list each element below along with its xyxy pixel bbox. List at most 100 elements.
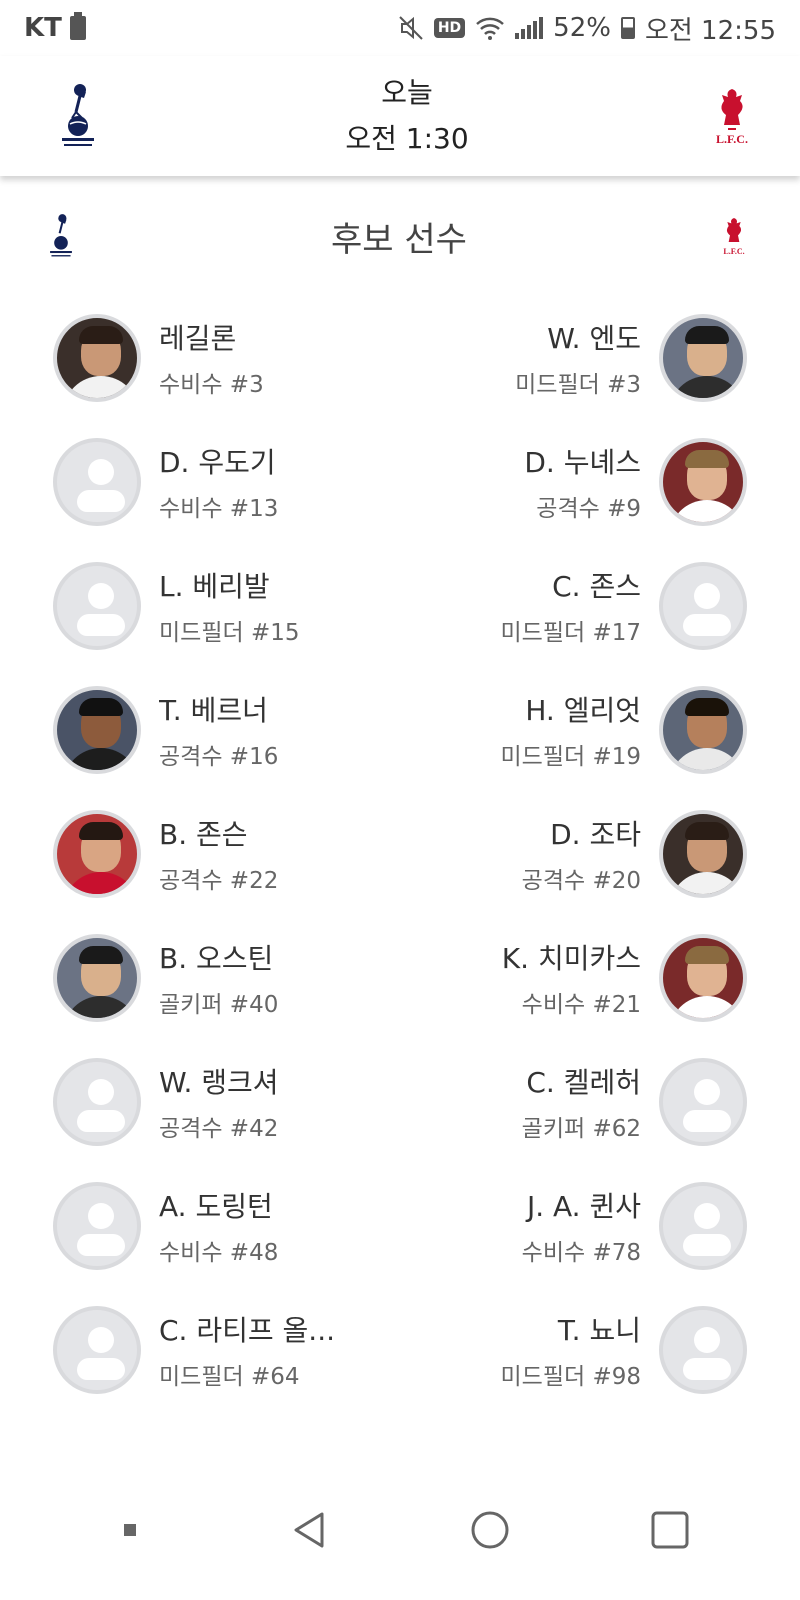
away-player-item[interactable]: D. 누녜스 공격수 #9 [400, 420, 800, 544]
away-player-item[interactable]: H. 엘리엇 미드필더 #19 [400, 668, 800, 792]
away-team-crest[interactable]: L.F.C. [714, 85, 750, 147]
player-row: A. 도링턴수비수 #48 J. A. 퀸사수비수 #78 [0, 1164, 800, 1288]
player-row: W. 랭크셔공격수 #42 C. 켈레허 골키퍼 #62 [0, 1040, 800, 1164]
player-name: W. 랭크셔 [159, 1066, 279, 1099]
player-photo[interactable] [53, 934, 141, 1022]
battery-saver-icon [69, 12, 86, 40]
player-name: 레길론 [159, 322, 237, 355]
player-position: 미드필더 #15 [159, 620, 300, 646]
away-player-item[interactable]: K. 치미카스 수비수 #21 [400, 916, 800, 1040]
player-position: 공격수 #16 [159, 744, 279, 770]
home-circle-icon [471, 1511, 509, 1549]
match-kickoff: 오전 1:30 [345, 122, 469, 155]
home-player-item[interactable]: L. 베리발미드필더 #15 [0, 544, 400, 668]
player-info: C. 켈레허 골키퍼 #62 [522, 1061, 641, 1143]
player-placeholder-icon[interactable] [659, 1306, 747, 1394]
player-position: 미드필더 #64 [159, 1364, 300, 1390]
square-dot-icon [124, 1524, 136, 1536]
player-row: B. 존슨 공격수 #22 D. 조타 공격수 #20 [0, 792, 800, 916]
home-player-item[interactable]: B. 존슨 공격수 #22 [0, 792, 400, 916]
player-position: 공격수 #9 [536, 496, 641, 522]
player-row: 레길론수비수 #3 W. 엔도 미드필더 #3 [0, 296, 800, 420]
player-placeholder-icon[interactable] [53, 1306, 141, 1394]
hd-voice-icon: HD [433, 18, 466, 38]
home-player-item[interactable]: W. 랭크셔공격수 #42 [0, 1040, 400, 1164]
player-row: D. 우도기 수비수 #13 D. 누녜스 공격수 #9 [0, 420, 800, 544]
player-placeholder-icon[interactable] [53, 1058, 141, 1146]
status-left: KT [24, 12, 86, 43]
player-info: D. 조타 공격수 #20 [522, 813, 641, 895]
player-position: 공격수 #42 [159, 1116, 279, 1142]
away-player-item[interactable]: D. 조타 공격수 #20 [400, 792, 800, 916]
player-info: H. 엘리엇 미드필더 #19 [501, 689, 642, 771]
recents-button[interactable] [640, 1500, 700, 1560]
home-team-crest-small [46, 209, 76, 263]
away-player-item[interactable]: C. 켈레허 골키퍼 #62 [400, 1040, 800, 1164]
player-placeholder-icon[interactable] [659, 1058, 747, 1146]
home-team-crest[interactable] [56, 80, 100, 152]
match-time: 오늘 오전 1:30 [345, 70, 468, 162]
player-name: B. 오스틴 [159, 942, 274, 975]
player-position: 미드필더 #3 [515, 372, 641, 398]
player-placeholder-icon[interactable] [53, 438, 141, 526]
player-name: D. 조타 [550, 818, 641, 851]
nav-dot-button[interactable] [100, 1500, 160, 1560]
player-info: L. 베리발미드필더 #15 [159, 565, 300, 647]
player-name: C. 라티프 올... [159, 1314, 335, 1347]
svg-text:L.F.C.: L.F.C. [716, 132, 748, 146]
player-photo[interactable] [659, 686, 747, 774]
player-placeholder-icon[interactable] [53, 1182, 141, 1270]
liverpool-crest-icon: L.F.C. [716, 89, 748, 146]
player-placeholder-icon[interactable] [53, 562, 141, 650]
home-player-item[interactable]: T. 베르너 공격수 #16 [0, 668, 400, 792]
player-position: 미드필더 #19 [500, 744, 642, 770]
player-position: 수비수 #3 [159, 372, 264, 398]
section-title: 후보 선수 [331, 219, 467, 260]
player-photo[interactable] [53, 314, 141, 402]
player-photo[interactable] [659, 438, 747, 526]
player-name: K. 치미카스 [501, 942, 641, 975]
status-bar: KT HD 52% 오전 12:55 [0, 0, 800, 56]
player-name: C. 켈레허 [526, 1066, 641, 1099]
home-player-item[interactable]: C. 라티프 올... 미드필더 #64 [0, 1288, 400, 1412]
home-player-item[interactable]: 레길론수비수 #3 [0, 296, 400, 420]
liverpool-crest-icon: L.F.C. [723, 218, 745, 256]
battery-icon [620, 17, 635, 39]
player-name: T. 뇨니 [557, 1314, 641, 1347]
tottenham-crest-icon [50, 214, 72, 257]
home-button[interactable] [460, 1500, 520, 1560]
player-photo[interactable] [659, 314, 747, 402]
player-info: A. 도링턴수비수 #48 [159, 1185, 278, 1267]
player-name: D. 우도기 [159, 446, 276, 479]
back-button[interactable] [280, 1500, 340, 1560]
player-photo[interactable] [53, 810, 141, 898]
player-info: D. 우도기 수비수 #13 [159, 441, 278, 523]
player-placeholder-icon[interactable] [659, 562, 747, 650]
player-name: J. A. 퀸사 [526, 1190, 641, 1223]
player-placeholder-icon[interactable] [659, 1182, 747, 1270]
player-info: T. 뇨니 미드필더 #98 [501, 1309, 642, 1391]
away-player-item[interactable]: T. 뇨니 미드필더 #98 [400, 1288, 800, 1412]
player-photo[interactable] [659, 934, 747, 1022]
home-player-item[interactable]: D. 우도기 수비수 #13 [0, 420, 400, 544]
home-player-item[interactable]: A. 도링턴수비수 #48 [0, 1164, 400, 1288]
player-row: C. 라티프 올... 미드필더 #64 T. 뇨니 미드필더 #98 [0, 1288, 800, 1412]
player-info: W. 엔도 미드필더 #3 [515, 317, 641, 399]
carrier-label: KT [24, 13, 62, 43]
away-player-item[interactable]: J. A. 퀸사수비수 #78 [400, 1164, 800, 1288]
player-name: A. 도링턴 [159, 1190, 273, 1223]
player-info: 레길론수비수 #3 [159, 317, 264, 399]
match-header: 오늘 오전 1:30 L.F.C. [0, 56, 800, 176]
player-position: 골키퍼 #40 [159, 992, 279, 1018]
player-photo[interactable] [53, 686, 141, 774]
away-player-item[interactable]: C. 존스 미드필더 #17 [400, 544, 800, 668]
player-position: 수비수 #48 [159, 1240, 279, 1266]
player-row: L. 베리발미드필더 #15 C. 존스 미드필더 #17 [0, 544, 800, 668]
player-row: T. 베르너 공격수 #16 H. 엘리엇 미드필더 #19 [0, 668, 800, 792]
player-position: 수비수 #78 [521, 1240, 641, 1266]
signal-icon [515, 17, 544, 39]
player-name: L. 베리발 [159, 570, 270, 603]
away-player-item[interactable]: W. 엔도 미드필더 #3 [400, 296, 800, 420]
player-photo[interactable] [659, 810, 747, 898]
home-player-item[interactable]: B. 오스틴골키퍼 #40 [0, 916, 400, 1040]
